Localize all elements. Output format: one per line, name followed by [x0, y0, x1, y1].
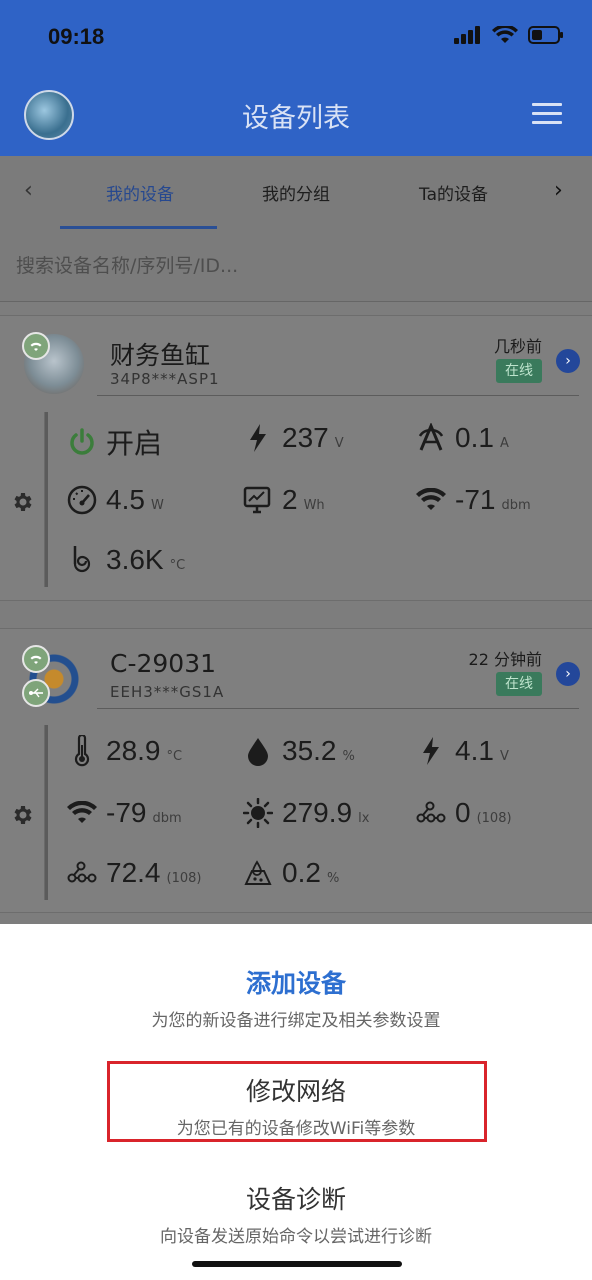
cellular-signal-icon — [454, 26, 480, 44]
sheet-add-device[interactable]: 添加设备 为您的新设备进行绑定及相关参数设置 — [0, 964, 592, 1031]
metric-molecule-b: 72.4 (108) — [66, 857, 201, 889]
device-last-seen: 22 分钟前 — [468, 650, 542, 669]
chevron-left-icon[interactable]: ‹ — [24, 178, 33, 203]
device-card[interactable]: 财务鱼缸 34P8***ASP1 几秒前 在线 › 开启 237 V 0.1 A… — [0, 315, 592, 601]
chevron-right-circle-icon[interactable]: › — [556, 662, 580, 686]
metric-molecule-a: 0 (108) — [415, 797, 512, 829]
wifi-badge-icon — [22, 332, 50, 360]
app-header: 09:18 设备列表 — [0, 0, 592, 156]
lightning-icon — [415, 735, 447, 767]
metric-soil-moisture: 0.2 % — [242, 857, 339, 889]
device-card[interactable]: C-29031 EEH3***GS1A 22 分钟前 在线 › 28.9 °C … — [0, 628, 592, 913]
metric-temperature-probe: 3.6K °C — [66, 544, 185, 576]
settings-gear-icon[interactable] — [10, 490, 34, 514]
search-input[interactable] — [16, 246, 576, 286]
metric-temperature: 28.9 °C — [66, 735, 182, 767]
soil-moisture-icon — [242, 857, 274, 889]
wifi-signal-icon — [415, 484, 447, 516]
settings-gear-icon[interactable] — [10, 803, 34, 827]
metric-power: 4.5 W — [66, 484, 164, 516]
power-icon — [66, 426, 98, 458]
status-icons — [454, 26, 564, 44]
spiral-temp-icon — [66, 544, 98, 576]
sheet-item-subtitle: 为您的新设备进行绑定及相关参数设置 — [151, 1011, 441, 1031]
tab-bar: ‹ 我的设备 我的分组 Ta的设备 › — [0, 156, 592, 230]
sheet-item-subtitle: 向设备发送原始命令以尝试进行诊断 — [160, 1227, 432, 1247]
home-indicator — [192, 1261, 402, 1267]
droplet-icon — [242, 735, 274, 767]
card-side-bar — [44, 725, 48, 900]
gauge-icon — [66, 484, 98, 516]
metric-energy: 2 Wh — [242, 484, 325, 516]
chevron-right-icon[interactable]: › — [554, 178, 563, 203]
metric-humidity: 35.2 % — [242, 735, 355, 767]
card-side-bar — [44, 412, 48, 587]
device-serial: 34P8***ASP1 — [110, 370, 220, 388]
status-badge: 在线 — [496, 359, 542, 383]
tab-my-groups[interactable]: 我的分组 — [262, 180, 330, 205]
device-name: C-29031 — [110, 649, 217, 678]
wifi-signal-icon — [66, 797, 98, 829]
usb-badge-icon — [22, 679, 50, 707]
sheet-item-title: 设备诊断 — [245, 1185, 346, 1214]
current-icon — [415, 422, 447, 454]
status-bar: 09:18 — [0, 0, 592, 78]
device-last-seen: 几秒前 — [493, 337, 542, 356]
metric-signal: -79 dbm — [66, 797, 182, 829]
divider — [97, 708, 579, 709]
status-time: 09:18 — [48, 24, 105, 49]
tab-my-devices[interactable]: 我的设备 — [106, 180, 174, 205]
molecule-icon — [66, 857, 98, 889]
active-tab-indicator — [60, 226, 217, 229]
device-serial: EEH3***GS1A — [110, 683, 225, 701]
sun-icon — [242, 797, 274, 829]
metric-illuminance: 279.9 lx — [242, 797, 369, 829]
metric-signal: -71 dbm — [415, 484, 531, 516]
metric-current: 0.1 A — [415, 422, 509, 454]
wifi-badge-icon — [22, 645, 50, 673]
metric-power-state: 开启 — [66, 422, 168, 462]
device-name: 财务鱼缸 — [110, 341, 211, 370]
wifi-status-icon — [492, 26, 518, 43]
menu-icon[interactable] — [532, 103, 562, 125]
sheet-device-diagnosis[interactable]: 设备诊断 向设备发送原始命令以尝试进行诊断 — [0, 1180, 592, 1247]
battery-icon — [528, 26, 563, 44]
highlight-box — [107, 1061, 487, 1142]
divider — [97, 395, 579, 396]
tab-ta-devices[interactable]: Ta的设备 — [419, 180, 488, 205]
metric-voltage: 237 V — [242, 422, 344, 454]
chevron-right-circle-icon[interactable]: › — [556, 349, 580, 373]
thermometer-icon — [66, 735, 98, 767]
sheet-item-title: 添加设备 — [245, 969, 346, 998]
page-title: 设备列表 — [242, 103, 350, 134]
energy-monitor-icon — [242, 484, 274, 516]
lightning-icon — [242, 422, 274, 454]
status-badge: 在线 — [496, 672, 542, 696]
metric-voltage: 4.1 V — [415, 735, 509, 767]
search-bar — [0, 230, 592, 302]
molecule-icon — [415, 797, 447, 829]
